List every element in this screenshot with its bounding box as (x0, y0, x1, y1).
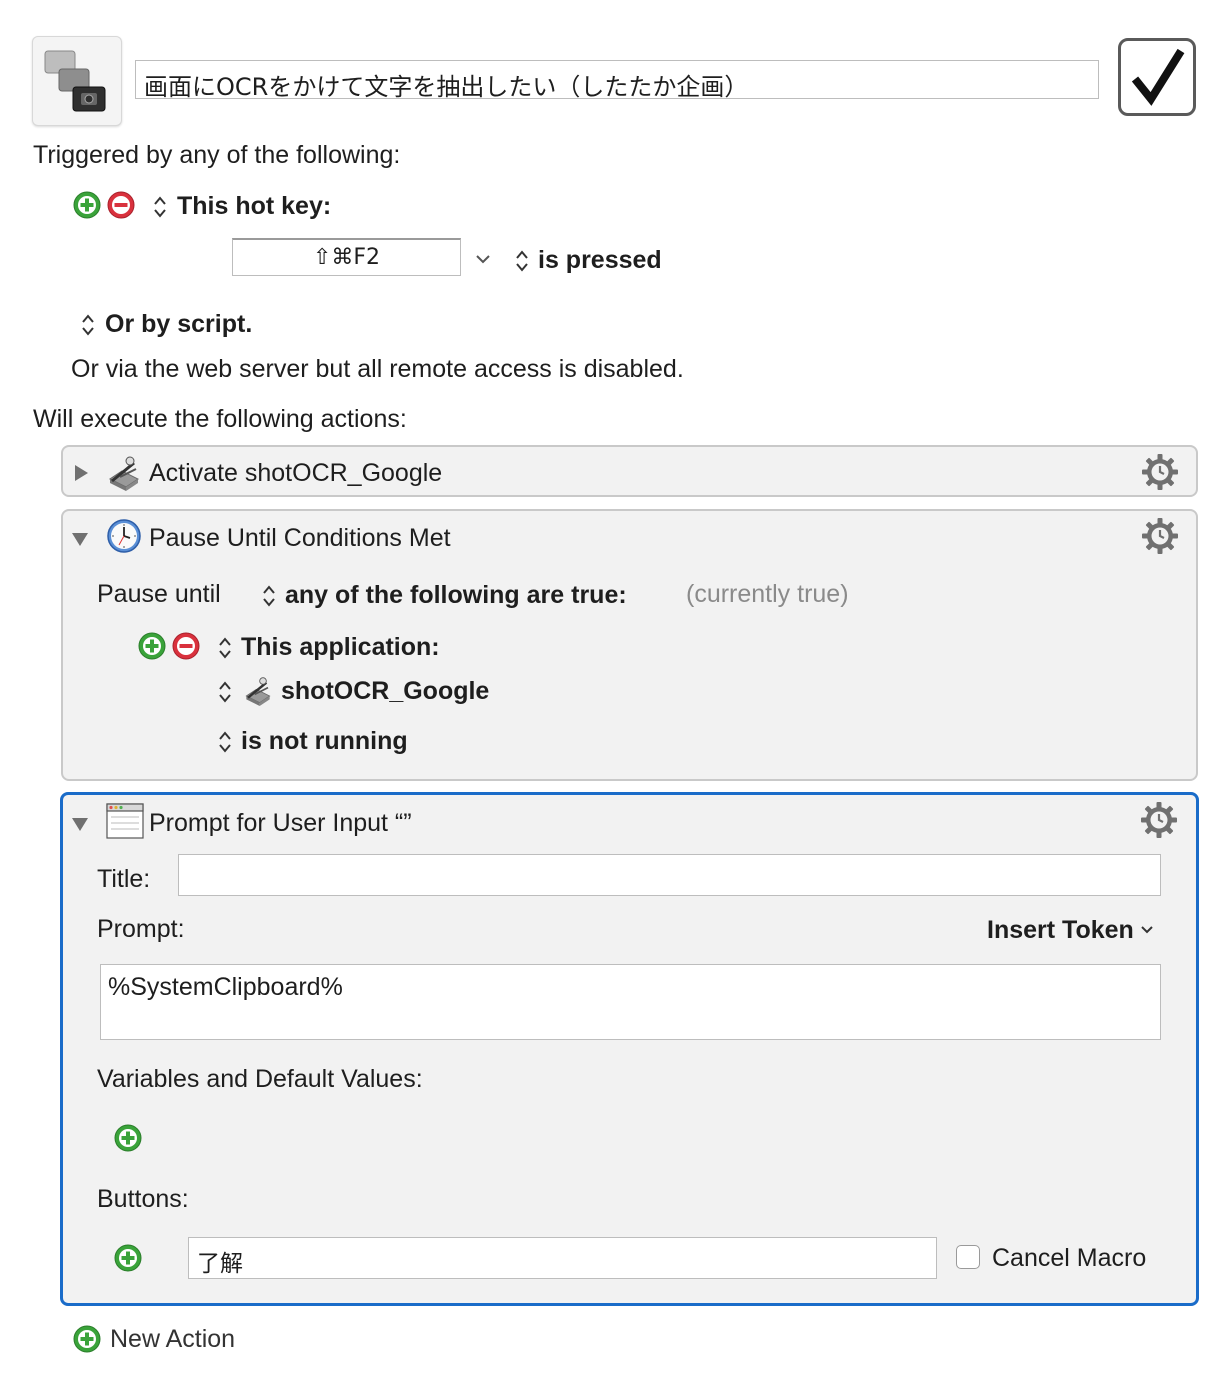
trigger-type-stepper-icon[interactable] (153, 194, 167, 220)
app-icon (106, 455, 142, 491)
action-prompt-title: Prompt for User Input “” (149, 809, 412, 837)
condition-app-state: is not running (241, 727, 408, 755)
window-icon (106, 803, 144, 839)
app-state-stepper-icon[interactable] (218, 729, 232, 755)
gear-icon[interactable] (1141, 453, 1179, 491)
macro-enabled-checkbox[interactable] (1118, 38, 1196, 116)
add-variable-icon[interactable] (114, 1124, 142, 1152)
button-label-input[interactable]: 了解 (188, 1237, 937, 1279)
checkmark-icon (1131, 48, 1185, 106)
title-label: Title: (97, 865, 151, 893)
action-activate[interactable]: Activate shotOCR_Google (61, 445, 1198, 497)
action-prompt-user-input[interactable]: Prompt for User Input “” Title: Prompt: … (60, 792, 1199, 1306)
disclosure-collapsed-icon[interactable] (72, 464, 90, 482)
hotkey-condition-stepper-icon[interactable] (515, 248, 529, 274)
macro-name-field[interactable]: 画面にOCRをかけて文字を抽出したい（したたか企画） (135, 60, 1099, 101)
gear-icon[interactable] (1141, 517, 1179, 555)
app-icon (243, 676, 273, 706)
webserver-note: Or via the web server but all remote acc… (71, 355, 684, 383)
condition-mode-stepper-icon[interactable] (262, 583, 276, 609)
buttons-label: Buttons: (97, 1185, 189, 1213)
condition-status: (currently true) (686, 580, 849, 608)
add-button-icon[interactable] (114, 1244, 142, 1272)
action-pause-until[interactable]: Pause Until Conditions Met Pause until a… (61, 509, 1198, 781)
action-activate-title: Activate shotOCR_Google (149, 459, 443, 487)
new-action-add-icon[interactable] (73, 1325, 101, 1353)
variables-label: Variables and Default Values: (97, 1065, 423, 1093)
add-trigger-icon[interactable] (73, 191, 101, 219)
remove-condition-icon[interactable] (172, 632, 200, 660)
add-condition-icon[interactable] (138, 632, 166, 660)
prompt-textarea[interactable]: %SystemClipboard% (100, 964, 1161, 1040)
gear-icon[interactable] (1140, 801, 1178, 839)
insert-token-menu[interactable]: Insert Token (987, 916, 1134, 945)
chevron-down-icon[interactable] (475, 253, 491, 265)
action-pause-title: Pause Until Conditions Met (149, 524, 451, 552)
app-select-stepper-icon[interactable] (218, 679, 232, 705)
pause-until-label: Pause until (97, 580, 221, 608)
clock-icon (107, 519, 141, 553)
condition-app-name: shotOCR_Google (281, 677, 490, 705)
script-trigger-stepper-icon[interactable] (81, 312, 95, 338)
script-trigger-label: Or by script. (105, 310, 253, 338)
remove-trigger-icon[interactable] (107, 191, 135, 219)
hotkey-trigger-label: This hot key: (177, 192, 332, 220)
hotkey-condition-label: is pressed (538, 246, 662, 274)
chevron-down-icon[interactable] (1140, 925, 1154, 935)
prompt-label: Prompt: (97, 915, 185, 943)
disclosure-expanded-icon[interactable] (71, 530, 89, 548)
macro-icon[interactable] (32, 36, 122, 126)
condition-type-stepper-icon[interactable] (218, 635, 232, 661)
disclosure-expanded-icon[interactable] (71, 815, 89, 833)
actions-heading: Will execute the following actions: (33, 405, 407, 433)
condition-mode-label: any of the following are true: (285, 581, 627, 609)
title-input[interactable] (178, 854, 1161, 896)
new-action-button[interactable]: New Action (110, 1325, 235, 1354)
cancel-macro-checkbox[interactable] (956, 1245, 980, 1269)
condition-type-label: This application: (241, 633, 440, 661)
cancel-macro-label: Cancel Macro (992, 1244, 1147, 1272)
hotkey-field[interactable]: ⇧⌘F2 (232, 238, 461, 276)
triggers-heading: Triggered by any of the following: (33, 141, 401, 169)
